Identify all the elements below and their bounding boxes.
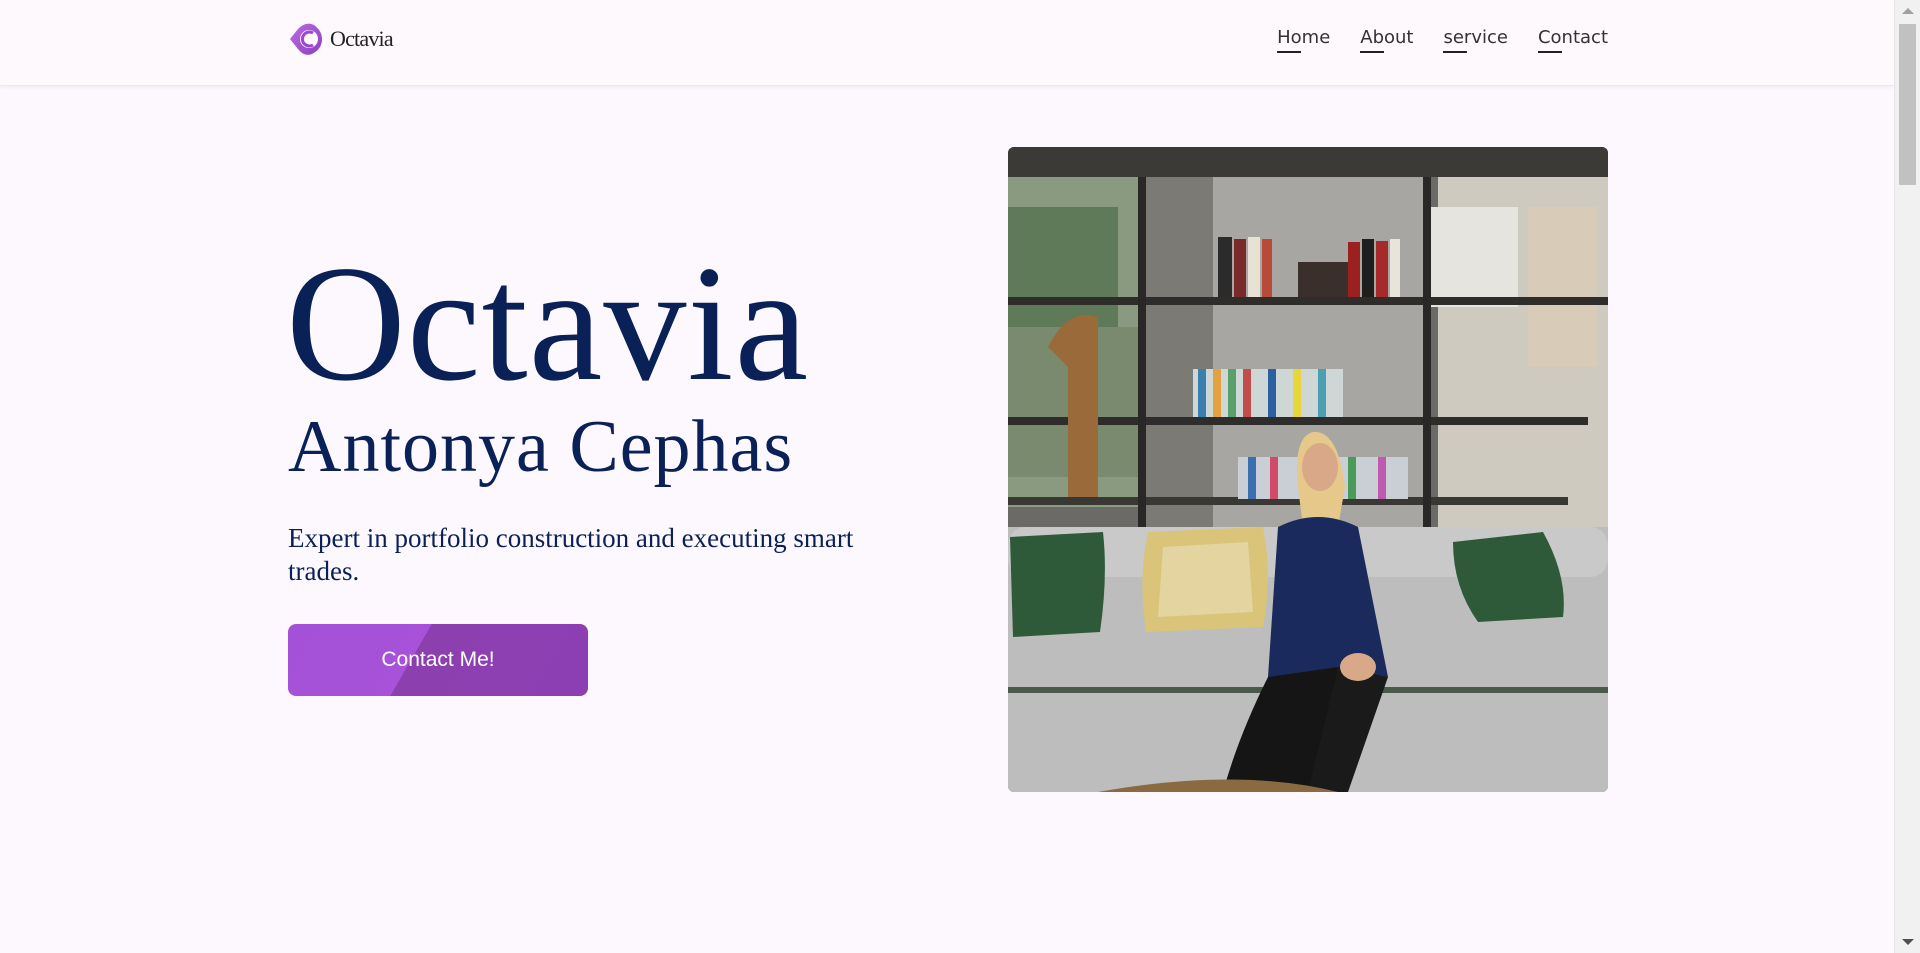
portrait-image — [1008, 147, 1608, 792]
hero-tagline: Expert in portfolio construction and exe… — [288, 523, 854, 586]
portrait-photo — [1008, 147, 1608, 792]
scroll-up-icon[interactable] — [1902, 8, 1914, 14]
octavia-logo-icon — [290, 23, 322, 55]
scroll-down-icon[interactable] — [1902, 939, 1914, 945]
page: Octavia Home About service Contact Octav… — [0, 0, 1920, 953]
brand-logo[interactable]: Octavia — [288, 20, 394, 58]
contact-me-button[interactable]: Contact Me! — [288, 624, 588, 696]
nav-about[interactable]: About — [1360, 27, 1413, 53]
site-header: Octavia Home About service Contact — [0, 0, 1894, 86]
nav-contact[interactable]: Contact — [1537, 27, 1608, 53]
page-scrollbar[interactable] — [1894, 0, 1920, 953]
nav-service[interactable]: service — [1443, 27, 1508, 53]
hero-subtitle: Antonya Cephas — [288, 406, 794, 488]
brand-name: Octavia — [330, 26, 394, 51]
nav-home[interactable]: Home — [1277, 27, 1330, 53]
hero-title: Octavia — [286, 231, 810, 415]
scroll-thumb[interactable] — [1899, 24, 1916, 185]
main-nav: Home About service Contact — [1277, 27, 1608, 53]
